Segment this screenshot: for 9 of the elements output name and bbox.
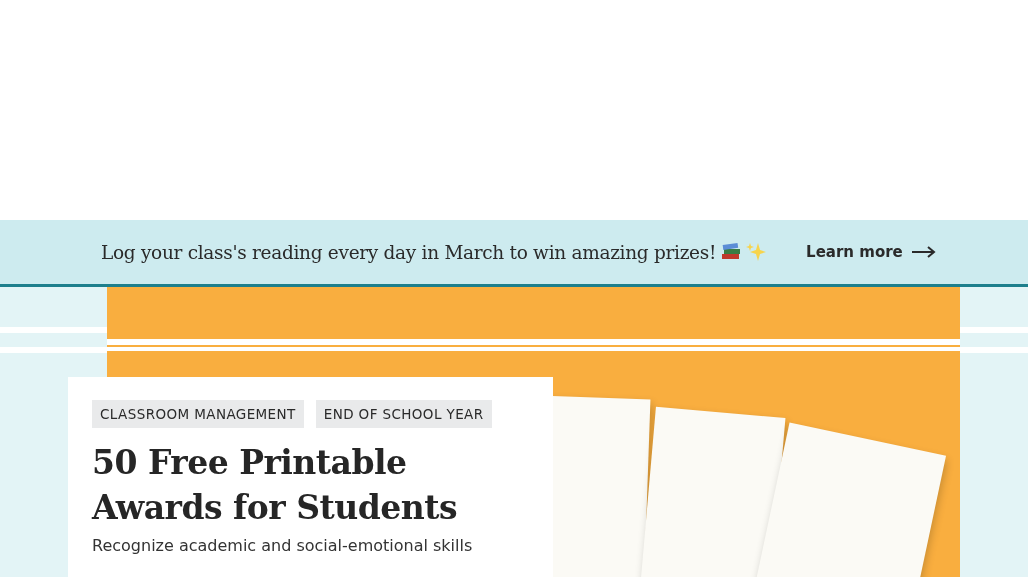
category-tag[interactable]: CLASSROOM MANAGEMENT: [92, 400, 304, 428]
article-description: Recognize academic and social-emotional skills: [92, 536, 474, 555]
books-icon: [720, 242, 743, 262]
arrow-icon: [910, 246, 936, 258]
sparkles-icon: [746, 242, 767, 262]
learn-more-link[interactable]: Learn more: [806, 243, 936, 261]
article-title: 50 Free Printable Awards for Students: [92, 442, 459, 529]
promo-message: Log your class's reading every day in March to win amazing prizes!: [101, 241, 717, 263]
category-tag[interactable]: END OF SCHOOL YEAR: [315, 400, 492, 428]
